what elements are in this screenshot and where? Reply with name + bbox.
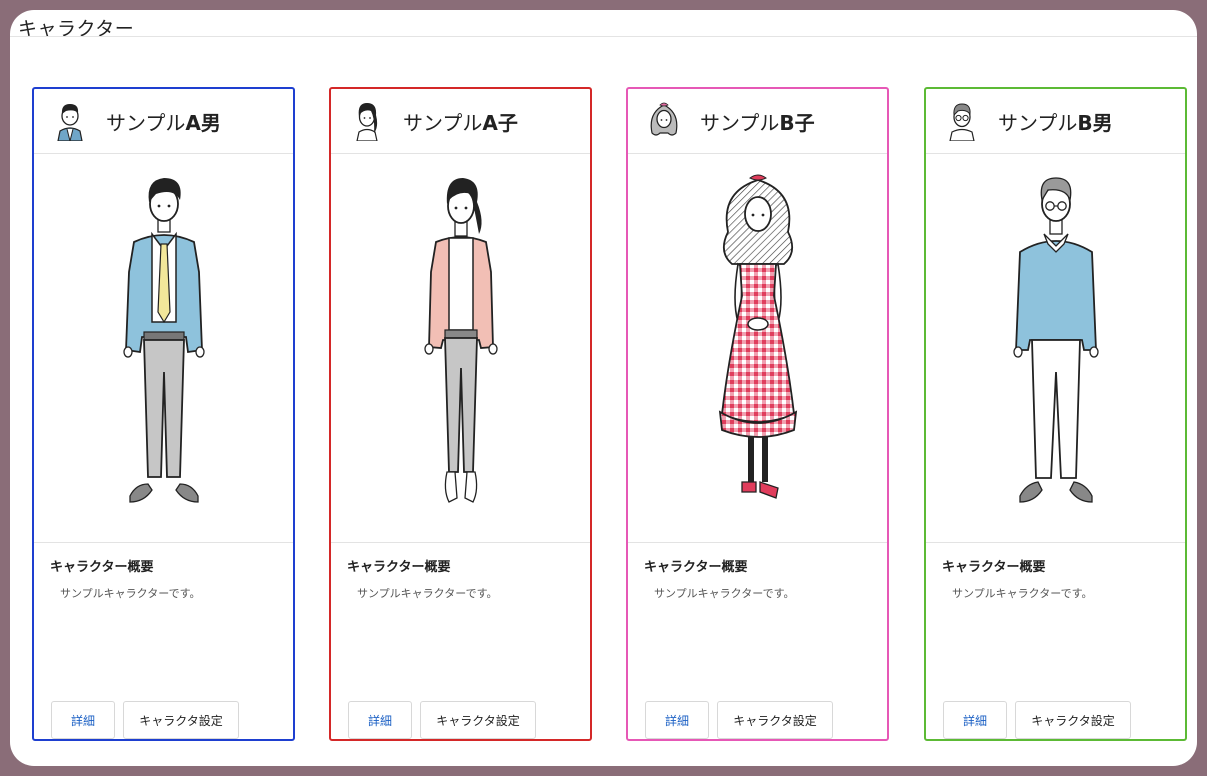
card-name: サンプルB子 (700, 111, 815, 135)
summary-divider (926, 542, 1185, 543)
card-name: サンプルA男 (106, 111, 221, 135)
card-name: サンプルB男 (998, 111, 1113, 135)
detail-button[interactable]: 詳細 (348, 701, 412, 739)
character-settings-button[interactable]: キャラクタ設定 (420, 701, 536, 739)
old-man-figure-image (1012, 177, 1099, 503)
summary-text: サンプルキャラクターです。 (654, 587, 795, 600)
character-settings-button[interactable]: キャラクタ設定 (123, 701, 239, 739)
card-name: サンプルA子 (403, 111, 518, 135)
woman-figure-image (423, 178, 498, 503)
detail-button[interactable]: 詳細 (943, 701, 1007, 739)
woman-avatar-icon (356, 103, 378, 141)
detail-button[interactable]: 詳細 (645, 701, 709, 739)
character-illustration (926, 154, 1185, 542)
man-avatar-icon (57, 104, 83, 141)
card-header: サンプルB男 (926, 89, 1185, 154)
summary-title: キャラクター概要 (347, 560, 451, 575)
summary-title: キャラクター概要 (644, 560, 748, 575)
character-settings-button[interactable]: キャラクタ設定 (717, 701, 833, 739)
character-card-b-man: サンプルB男 キャラクター概要 サンプルキャラクターです。 詳細 キャラクタ設定 (924, 87, 1187, 741)
girl-avatar-icon (650, 102, 678, 136)
summary-divider (34, 542, 293, 543)
main-panel: キャラクター サンプルA男 キャラクター概要 サンプルキャラクターです。 詳細 … (10, 10, 1197, 766)
character-card-a-man: サンプルA男 キャラクター概要 サンプルキャラクターです。 詳細 キャラクタ設定 (32, 87, 295, 741)
detail-button[interactable]: 詳細 (51, 701, 115, 739)
character-card-a-woman: サンプルA子 キャラクター概要 サンプルキャラクターです。 詳細 キャラクタ設定 (329, 87, 592, 741)
summary-title: キャラクター概要 (942, 560, 1046, 575)
summary-title: キャラクター概要 (50, 560, 154, 575)
character-illustration (331, 154, 590, 542)
girl-figure-image (718, 174, 797, 499)
summary-divider (331, 542, 590, 543)
old-man-avatar-icon (949, 103, 975, 141)
character-illustration (34, 154, 293, 542)
card-header: サンプルA子 (331, 89, 590, 154)
character-card-b-girl: サンプルB子 キャラクター概要 サンプルキャラクターです。 詳細 キャラクタ設定 (626, 87, 889, 741)
summary-text: サンプルキャラクターです。 (952, 587, 1093, 600)
character-settings-button[interactable]: キャラクタ設定 (1015, 701, 1131, 739)
summary-divider (628, 542, 887, 543)
summary-text: サンプルキャラクターです。 (357, 587, 498, 600)
title-divider (10, 36, 1197, 37)
summary-text: サンプルキャラクターです。 (60, 587, 201, 600)
card-header: サンプルB子 (628, 89, 887, 154)
man-figure-image (122, 178, 205, 503)
card-header: サンプルA男 (34, 89, 293, 154)
character-illustration (628, 154, 887, 542)
